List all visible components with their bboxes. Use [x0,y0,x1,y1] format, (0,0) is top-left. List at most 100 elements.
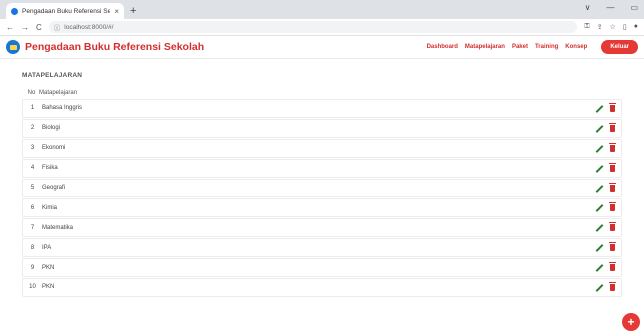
row-actions [595,102,616,112]
browser-tab-strip: Pengadaan Buku Referensi Sekolah × + ∨ —… [0,0,644,19]
forward-icon[interactable]: → [21,23,29,32]
info-icon[interactable]: ⓘ [54,22,61,32]
subject-list: 1 Bahasa Inggris 2 Biologi 3 Ekonomi 4 Fisika 5 G… [22,99,622,297]
row-actions [595,182,616,192]
address-bar[interactable]: ⓘ localhost:8000/#/ [48,21,578,33]
browser-right-icons: ⚿ ⇪ ☆ ▯ ● [584,23,638,31]
favicon-icon [11,7,18,15]
trash-icon[interactable] [609,122,616,132]
add-subject-button[interactable]: + [622,313,640,331]
trash-icon[interactable] [609,162,616,172]
table-row: 7 Matematika [22,218,622,238]
subject-name: Matematika [42,224,74,231]
trash-icon[interactable] [609,242,616,252]
trash-icon[interactable] [609,222,616,232]
row-number: 7 [30,224,35,231]
app-logo-icon [6,40,20,54]
trash-icon[interactable] [609,182,616,192]
logout-button[interactable]: Keluar [601,40,638,54]
row-actions [595,222,616,232]
window-controls: ∨ — ▭ [585,3,638,12]
row-number: 2 [30,125,35,132]
subject-name: PKN [42,264,55,271]
page-title: MATAPELAJARAN [22,72,83,79]
row-number: 9 [30,264,35,271]
table-row: 1 Bahasa Inggris [22,99,622,118]
subject-name: Geografi [42,185,66,191]
column-header-no: No [27,90,36,96]
column-header-name: Matapelajaran [39,90,78,96]
browser-tab[interactable]: Pengadaan Buku Referensi Sekolah × [6,3,124,19]
subject-name: Ekonomi [42,145,66,152]
pencil-icon[interactable] [595,185,602,192]
subject-name: Bahasa Inggris [42,105,83,112]
pencil-icon[interactable] [595,264,602,271]
app-brand[interactable]: Pengadaan Buku Referensi Sekolah [25,41,427,53]
subject-name: Biologi [42,125,61,132]
subject-name: Fisika [42,165,58,172]
row-number: 10 [29,284,36,291]
sidebar-icon[interactable]: ▯ [623,23,627,31]
minimize-button[interactable]: — [606,3,614,12]
row-number: 8 [30,244,35,251]
browser-toolbar: ← → C ⓘ localhost:8000/#/ ⚿ ⇪ ☆ ▯ ● [0,19,644,36]
row-number: 6 [30,204,35,211]
key-icon[interactable]: ⚿ [584,23,589,31]
pencil-icon[interactable] [595,105,602,112]
back-icon[interactable]: ← [6,23,14,32]
reload-icon[interactable]: C [36,23,42,32]
row-actions [595,202,616,212]
table-header: No Matapelajaran [22,87,622,99]
menu-training[interactable]: Training [535,44,558,50]
profile-icon[interactable]: ● [634,23,638,31]
pencil-icon[interactable] [595,244,602,251]
trash-icon[interactable] [609,202,616,212]
row-number: 3 [30,145,35,152]
pencil-icon[interactable] [595,204,602,211]
table-row: 10 PKN [22,278,622,297]
row-actions [595,142,616,152]
row-actions [595,242,616,252]
pencil-icon[interactable] [595,165,602,172]
menu-matapelajaran[interactable]: Matapelajaran [465,44,505,50]
share-icon[interactable]: ⇪ [597,23,603,31]
trash-icon[interactable] [609,102,616,112]
app-navbar: Pengadaan Buku Referensi Sekolah Dashboa… [0,36,644,59]
subject-name: Kimia [42,204,58,211]
trash-icon[interactable] [609,281,616,291]
menu-dashboard[interactable]: Dashboard [427,44,458,50]
subject-name: IPA [42,244,52,251]
row-actions [595,262,616,272]
new-tab-button[interactable]: + [130,5,136,17]
pencil-icon[interactable] [595,145,602,152]
trash-icon[interactable] [609,262,616,272]
tab-search-icon[interactable]: ∨ [585,3,591,12]
table-row: 4 Fisika [22,158,622,178]
pencil-icon[interactable] [595,224,602,231]
tab-close-icon[interactable]: × [114,7,119,16]
main-menu: Dashboard Matapelajaran Paket Training K… [427,44,588,50]
menu-konsep[interactable]: Konsep [565,44,587,50]
row-actions [595,162,616,172]
row-number: 4 [30,165,35,172]
subject-name: PKN [42,284,55,291]
table-row: 5 Geografi [22,178,622,198]
address-bar-url: localhost:8000/#/ [64,23,114,31]
table-row: 8 IPA [22,238,622,258]
row-actions [595,122,616,132]
table-row: 9 PKN [22,258,622,278]
browser-tab-title: Pengadaan Buku Referensi Sekolah [22,7,111,15]
menu-paket[interactable]: Paket [512,44,528,50]
trash-icon[interactable] [609,142,616,152]
pencil-icon[interactable] [595,125,602,132]
row-number: 5 [30,185,35,191]
table-row: 6 Kimia [22,198,622,218]
table-row: 3 Ekonomi [22,138,622,158]
maximize-button[interactable]: ▭ [630,3,638,12]
table-row: 2 Biologi [22,118,622,138]
pencil-icon[interactable] [595,284,602,291]
star-icon[interactable]: ☆ [610,23,616,31]
main-content: MATAPELAJARAN No Matapelajaran 1 Bahasa I… [0,59,644,297]
row-actions [595,281,616,291]
row-number: 1 [30,105,35,112]
